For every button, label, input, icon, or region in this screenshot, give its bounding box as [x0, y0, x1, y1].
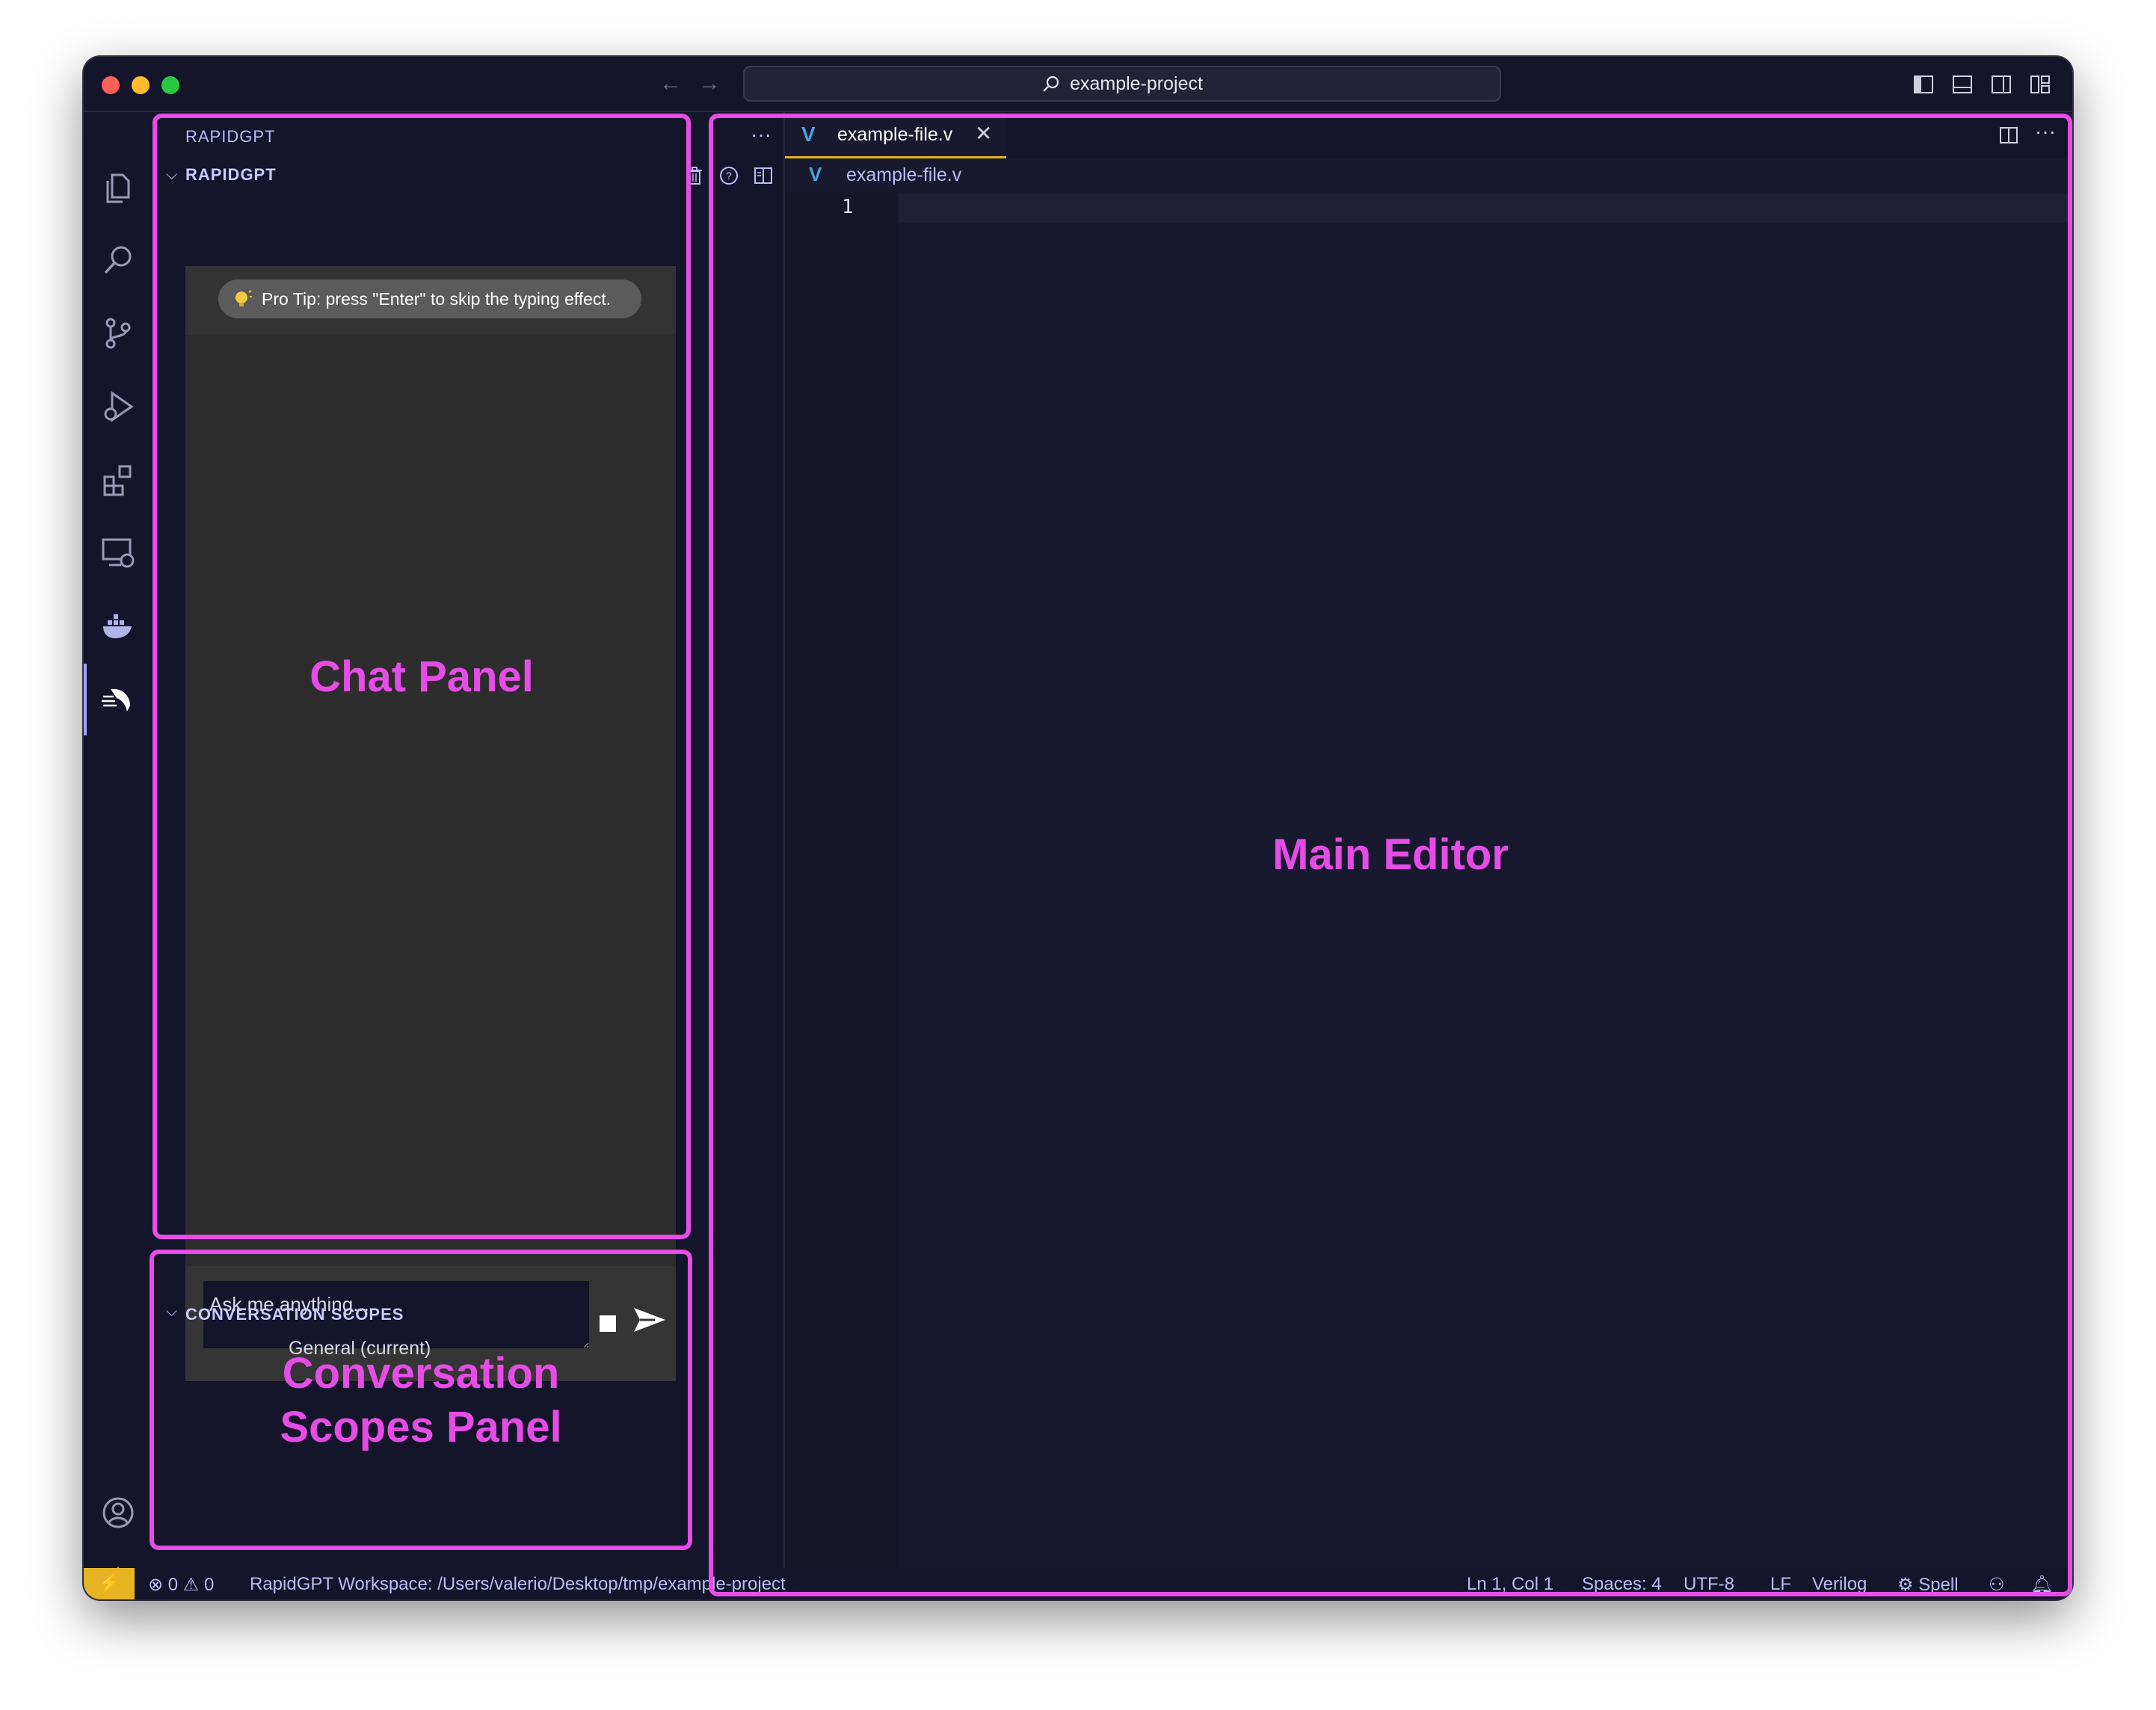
docker-icon[interactable] — [100, 608, 136, 644]
run-and-debug-icon[interactable] — [100, 389, 136, 425]
scopes-panel-label-line2: Scopes Panel — [280, 1403, 562, 1451]
search-icon[interactable] — [100, 242, 136, 278]
back-arrow-icon[interactable]: ← — [659, 70, 682, 97]
scopes-panel-label-line1: Conversation — [282, 1349, 560, 1398]
toggle-secondary-sidebar-icon[interactable] — [1990, 73, 2012, 96]
search-icon — [1043, 75, 1059, 92]
problems-indicator[interactable]: ⊗ 0 ⚠ 0 — [148, 1574, 214, 1596]
search-title: example-project — [1070, 72, 1203, 94]
remote-explorer-icon[interactable] — [100, 535, 136, 571]
explorer-icon[interactable] — [100, 170, 136, 206]
close-window-button[interactable] — [102, 76, 120, 94]
command-center-search[interactable]: example-project — [743, 66, 1501, 102]
account-icon[interactable] — [100, 1495, 136, 1531]
title-bar: ← → example-project — [84, 57, 2072, 112]
customize-layout-icon[interactable] — [2029, 73, 2051, 96]
toggle-panel-icon[interactable] — [1951, 73, 1974, 96]
source-control-icon[interactable] — [100, 315, 136, 351]
chat-panel-label: Chat Panel — [309, 652, 534, 701]
activity-bar — [84, 112, 153, 1599]
maximize-window-button[interactable] — [161, 76, 179, 94]
active-view-indicator — [84, 664, 87, 735]
extensions-icon[interactable] — [100, 462, 136, 498]
main-editor-label: Main Editor — [1272, 830, 1509, 879]
forward-arrow-icon[interactable]: → — [698, 70, 721, 97]
remote-indicator-icon[interactable]: ⚡ — [84, 1568, 135, 1599]
toggle-primary-sidebar-icon[interactable] — [1912, 73, 1935, 96]
rapidgpt-icon[interactable] — [100, 682, 136, 717]
minimize-window-button[interactable] — [132, 76, 150, 94]
workspace-path: RapidGPT Workspace: /Users/valerio/Deskt… — [250, 1574, 786, 1594]
